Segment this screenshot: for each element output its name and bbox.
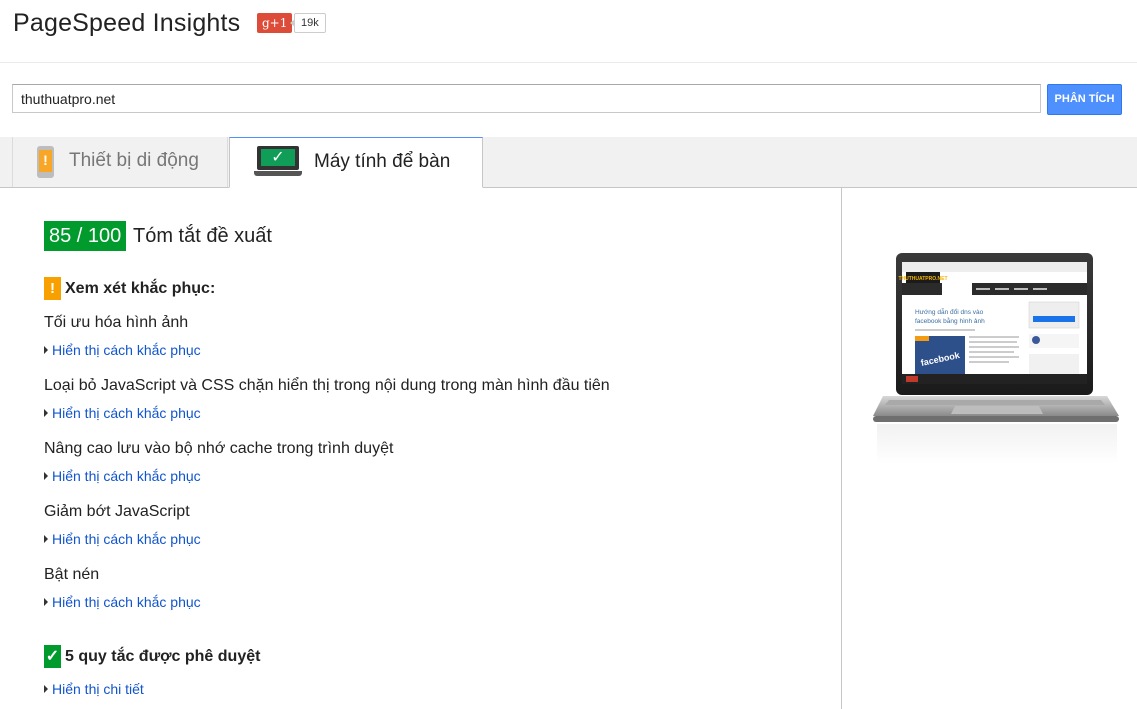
tab-desktop-label: Máy tính để bàn [314, 151, 451, 172]
warning-icon: ! [44, 277, 61, 300]
score-badge: 85 / 100 [44, 221, 127, 251]
svg-text:THUTHUATPRO.NET: THUTHUATPRO.NET [898, 276, 947, 282]
show-how-to-fix-link[interactable]: Hiển thị cách khắc phục [44, 342, 201, 358]
svg-text:facebook bằng hình ảnh: facebook bằng hình ảnh [915, 316, 985, 325]
rule-title: Loại bỏ JavaScript và CSS chặn hiển thị … [44, 377, 610, 394]
show-how-to-fix-link[interactable]: Hiển thị cách khắc phục [44, 468, 201, 484]
link-label: Hiển thị chi tiết [52, 681, 144, 697]
analyze-button[interactable]: PHÂN TÍCH [1047, 84, 1122, 115]
link-label: Hiển thị cách khắc phục [52, 594, 201, 610]
passed-rules-heading: 5 quy tắc được phê duyệt [65, 648, 261, 665]
google-plus-count: 19k [290, 13, 326, 33]
link-label: Hiển thị cách khắc phục [52, 468, 201, 484]
page-title: PageSpeed Insights [13, 9, 241, 37]
rule-title: Giảm bớt JavaScript [44, 503, 190, 520]
tab-desktop[interactable]: ✓ Máy tính để bàn [229, 137, 483, 188]
expand-arrow-icon [44, 472, 48, 480]
show-how-to-fix-link[interactable]: Hiển thị cách khắc phục [44, 594, 201, 610]
rule-title: Bật nén [44, 566, 100, 583]
show-how-to-fix-link[interactable]: Hiển thị cách khắc phục [44, 405, 201, 421]
check-icon: ✓ [44, 645, 61, 668]
google-plus-button[interactable]: g+1 [257, 13, 293, 33]
link-label: Hiển thị cách khắc phục [52, 342, 201, 358]
rule-title: Nâng cao lưu vào bộ nhớ cache trong trìn… [44, 440, 394, 457]
summary-title: Tóm tắt đề xuất [133, 225, 272, 247]
expand-arrow-icon [44, 685, 48, 693]
svg-text:Hướng dẫn đổi dns vào: Hướng dẫn đổi dns vào [915, 307, 984, 316]
rule-title: Tối ưu hóa hình ảnh [44, 314, 189, 331]
expand-arrow-icon [44, 346, 48, 354]
link-label: Hiển thị cách khắc phục [52, 531, 201, 547]
url-input[interactable] [12, 84, 1041, 113]
expand-arrow-icon [44, 598, 48, 606]
desktop-check-icon: ✓ [254, 146, 302, 178]
show-how-to-fix-link[interactable]: Hiển thị cách khắc phục [44, 531, 201, 547]
show-details-link[interactable]: Hiển thị chi tiết [44, 681, 144, 697]
consider-fixing-heading: Xem xét khắc phục: [65, 280, 216, 297]
desktop-preview-image: THUTHUATPRO.NET Hướng dẫn đổi dns vào fa… [869, 250, 1125, 470]
mobile-warning-icon: ! [37, 146, 54, 178]
expand-arrow-icon [44, 409, 48, 417]
top-bar: PageSpeed Insights g+1 19k [0, 0, 1137, 63]
laptop-screenshot-icon: THUTHUATPRO.NET Hướng dẫn đổi dns vào fa… [873, 253, 1119, 464]
expand-arrow-icon [44, 535, 48, 543]
link-label: Hiển thị cách khắc phục [52, 405, 201, 421]
tab-mobile[interactable]: ! Thiết bị di động [12, 137, 228, 187]
content-divider [841, 188, 842, 709]
tab-mobile-label: Thiết bị di động [69, 150, 199, 171]
